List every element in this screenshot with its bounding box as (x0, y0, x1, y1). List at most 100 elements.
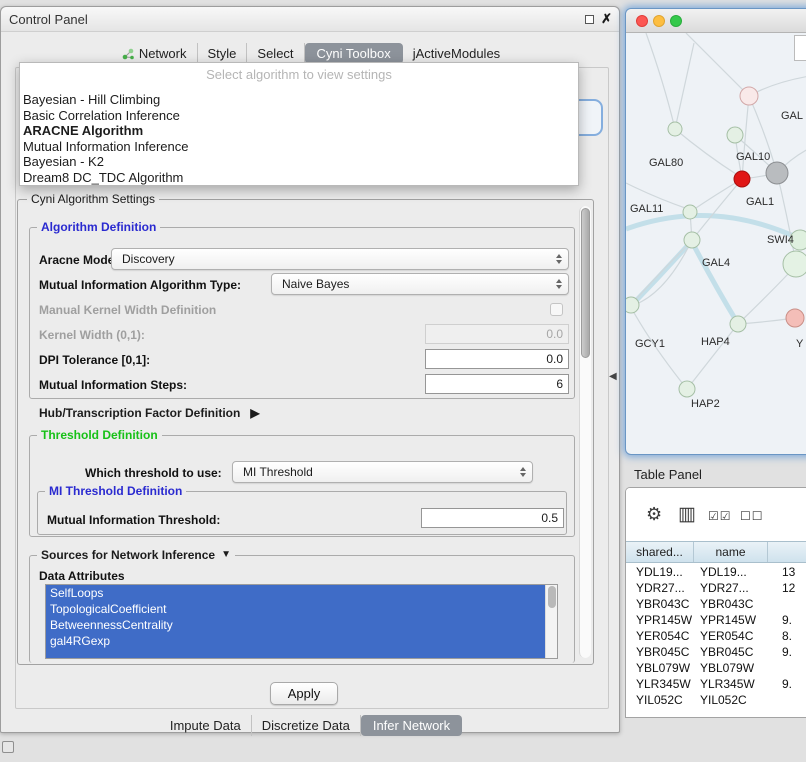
clear-all-checkboxes-icon[interactable]: ☐☐ (740, 509, 764, 523)
sources-group-title[interactable]: Sources for Network Inference ▼ (37, 548, 235, 562)
tab-infer-network[interactable]: Infer Network (361, 715, 462, 736)
network-edge[interactable] (777, 173, 796, 264)
mi-threshold-group-title: MI Threshold Definition (45, 484, 186, 498)
network-node[interactable] (679, 381, 695, 397)
combo-arrows-icon (556, 274, 562, 294)
settings-scrollbar[interactable] (579, 206, 591, 658)
list-scrollbar[interactable] (545, 585, 557, 658)
table-row[interactable]: YBL079WYBL079W (626, 660, 806, 676)
tab-jactivemodules[interactable]: jActiveModules (403, 43, 510, 64)
table-cell (768, 596, 806, 612)
network-edge[interactable] (646, 33, 675, 129)
network-scrollbar[interactable] (794, 35, 806, 61)
network-edge[interactable] (675, 43, 694, 129)
tab-style[interactable]: Style (198, 43, 248, 64)
network-node[interactable] (766, 162, 788, 184)
tab-cyni-toolbox[interactable]: Cyni Toolbox (305, 43, 403, 64)
which-threshold-select[interactable]: MI Threshold (232, 461, 533, 483)
mi-threshold-field[interactable]: 0.5 (421, 508, 564, 528)
network-node[interactable] (740, 87, 758, 105)
network-edge[interactable] (686, 33, 749, 96)
mi-steps-field[interactable]: 6 (425, 374, 569, 394)
panel-collapse-icon[interactable]: ◀ (609, 371, 617, 382)
manual-kernel-width-checkbox[interactable] (550, 303, 563, 316)
network-edge[interactable] (692, 179, 742, 240)
close-traffic-light-icon[interactable] (636, 15, 648, 27)
tab-network[interactable]: Network (112, 43, 198, 64)
column-header[interactable] (768, 542, 806, 562)
close-icon[interactable]: ✗ (601, 11, 612, 27)
dpi-tolerance-field[interactable]: 0.0 (425, 349, 569, 369)
table-cell: YDR27... (694, 580, 768, 596)
mi-algorithm-type-select[interactable]: Naive Bayes (271, 273, 569, 295)
algorithm-popup-list: Bayesian - Hill ClimbingBasic Correlatio… (23, 92, 575, 186)
network-node[interactable] (683, 205, 697, 219)
table-row[interactable]: YBR045CYBR045C9. (626, 644, 806, 660)
hub-section-toggle[interactable]: Hub/Transcription Factor Definition ▶ (39, 406, 260, 420)
algorithm-option[interactable]: ARACNE Algorithm (23, 123, 575, 139)
table-row[interactable]: YLR345WYLR345W9. (626, 676, 806, 692)
network-edge[interactable] (692, 242, 737, 322)
tab-label: Style (208, 46, 237, 61)
network-node[interactable] (626, 297, 639, 313)
network-node[interactable] (727, 127, 743, 143)
minimize-traffic-light-icon[interactable] (653, 15, 665, 27)
algorithm-option[interactable]: Basic Correlation Inference (23, 108, 575, 124)
mi-steps-label: Mutual Information Steps: (39, 378, 187, 392)
table-cell: YDL19... (694, 564, 768, 580)
tab-select[interactable]: Select (247, 43, 304, 64)
aracne-mode-select[interactable]: Discovery (111, 248, 569, 270)
table-row[interactable]: YPR145WYPR145W9. (626, 612, 806, 628)
minimized-panel-icon[interactable] (2, 741, 14, 753)
table-cell: YDR27... (626, 580, 694, 596)
network-node[interactable] (684, 232, 700, 248)
list-item[interactable]: TopologicalCoefficient (46, 601, 557, 617)
network-edge[interactable] (738, 273, 789, 324)
gear-icon[interactable]: ⚙ (646, 504, 662, 525)
algorithm-option[interactable]: Dream8 DC_TDC Algorithm (23, 170, 575, 186)
column-header[interactable]: shared... (626, 542, 694, 562)
network-edge[interactable] (633, 311, 687, 389)
table-row[interactable]: YER054CYER054C8. (626, 628, 806, 644)
network-node[interactable] (668, 122, 682, 136)
network-node[interactable] (783, 251, 806, 277)
list-item-partial (46, 649, 557, 659)
algorithm-popup-placeholder: Select algorithm to view settings (20, 67, 578, 82)
column-header[interactable]: name (694, 542, 768, 562)
network-canvas[interactable]: GAL80GAL10GAL11GAL1SWI4GAL4GCY1HAP4HAP2G… (626, 33, 806, 456)
tab-impute-data[interactable]: Impute Data (160, 715, 252, 736)
network-graph-svg[interactable]: GAL80GAL10GAL11GAL1SWI4GAL4GCY1HAP4HAP2G… (626, 33, 806, 456)
table-toolbar: ⚙ ▥ ☑☑ ☐☐ (626, 488, 806, 541)
list-item[interactable]: BetweennessCentrality (46, 617, 557, 633)
select-all-checkboxes-icon[interactable]: ☑☑ (708, 509, 732, 523)
network-node[interactable] (786, 309, 804, 327)
apply-button[interactable]: Apply (270, 682, 338, 705)
tab-discretize-data[interactable]: Discretize Data (252, 715, 361, 736)
node-label: SWI4 (767, 234, 794, 246)
list-item[interactable]: gal4RGexp (46, 633, 557, 649)
table-row[interactable]: YDL19...YDL19...13 (626, 564, 806, 580)
columns-icon[interactable]: ▥ (678, 503, 696, 526)
scrollbar-thumb[interactable] (581, 208, 590, 358)
table-cell: 9. (768, 644, 806, 660)
kernel-width-field: 0.0 (425, 324, 569, 344)
table-row[interactable]: YDR27...YDR27...12 (626, 580, 806, 596)
algorithm-option[interactable]: Bayesian - Hill Climbing (23, 92, 575, 108)
float-window-icon[interactable] (585, 15, 594, 24)
network-node[interactable] (734, 171, 750, 187)
table-cell: YLR345W (626, 676, 694, 692)
algorithm-option[interactable]: Mutual Information Inference (23, 139, 575, 155)
network-node[interactable] (730, 316, 746, 332)
table-row[interactable]: YBR043CYBR043C (626, 596, 806, 612)
data-attributes-list[interactable]: SelfLoopsTopologicalCoefficientBetweenne… (45, 584, 558, 659)
zoom-traffic-light-icon[interactable] (670, 15, 682, 27)
network-edge[interactable] (687, 324, 738, 389)
mi-threshold-label: Mutual Information Threshold: (47, 513, 220, 527)
table-row[interactable]: YIL052CYIL052C (626, 692, 806, 708)
network-edge[interactable] (690, 179, 742, 212)
list-item[interactable]: SelfLoops (46, 585, 557, 601)
algorithm-option[interactable]: Bayesian - K2 (23, 154, 575, 170)
node-label: GCY1 (635, 338, 665, 350)
tab-label: jActiveModules (413, 46, 500, 61)
scrollbar-thumb[interactable] (548, 586, 556, 608)
